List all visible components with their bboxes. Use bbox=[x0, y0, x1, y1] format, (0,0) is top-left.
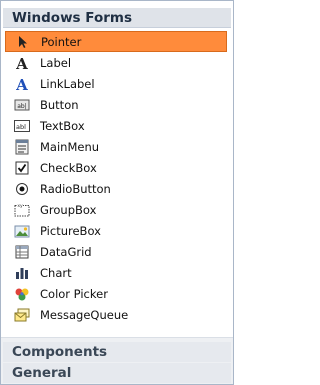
messagequeue-icon bbox=[14, 307, 30, 323]
colorpicker-icon bbox=[14, 286, 30, 302]
checkbox-icon bbox=[14, 160, 30, 176]
toolbox-item-label: Chart bbox=[40, 265, 72, 280]
toolbox-item-textbox[interactable]: abl TextBox bbox=[5, 115, 227, 136]
toolbox-item-label: TextBox bbox=[40, 118, 85, 133]
toolbox-item-label-control[interactable]: A Label bbox=[5, 52, 227, 73]
toolbox-item-label: RadioButton bbox=[40, 181, 111, 196]
toolbox-item-label: MessageQueue bbox=[40, 307, 129, 322]
toolbox-item-label: Color Picker bbox=[40, 286, 108, 301]
textbox-icon: abl bbox=[14, 118, 30, 134]
toolbox-item-picturebox[interactable]: PictureBox bbox=[5, 220, 227, 241]
toolbox-collapsed-groups: Components General bbox=[1, 337, 233, 384]
linklabel-icon: A bbox=[14, 76, 30, 92]
toolbox-item-label: Button bbox=[40, 97, 79, 112]
svg-text:xy: xy bbox=[17, 204, 23, 209]
toolbox-item-label: Pointer bbox=[41, 34, 82, 49]
toolbox-item-label: MainMenu bbox=[40, 139, 100, 154]
toolbox-item-mainmenu[interactable]: MainMenu bbox=[5, 136, 227, 157]
toolbox-item-datagrid[interactable]: DataGrid bbox=[5, 241, 227, 262]
group-header-windows-forms[interactable]: Windows Forms bbox=[3, 8, 231, 28]
group-header-general[interactable]: General bbox=[3, 363, 231, 383]
toolbox-item-checkbox[interactable]: CheckBox bbox=[5, 157, 227, 178]
mainmenu-icon bbox=[14, 139, 30, 155]
datagrid-icon bbox=[14, 244, 30, 260]
toolbox-item-groupbox[interactable]: xy GroupBox bbox=[5, 199, 227, 220]
toolbox-item-label: LinkLabel bbox=[40, 76, 95, 91]
toolbox-item-radiobutton[interactable]: RadioButton bbox=[5, 178, 227, 199]
svg-text:abl: abl bbox=[16, 123, 26, 131]
svg-text:A: A bbox=[15, 55, 28, 71]
toolbox-item-colorpicker[interactable]: Color Picker bbox=[5, 283, 227, 304]
group-header-components[interactable]: Components bbox=[3, 342, 231, 362]
label-icon: A bbox=[14, 55, 30, 71]
toolbox-item-linklabel[interactable]: A LinkLabel bbox=[5, 73, 227, 94]
radiobutton-icon bbox=[14, 181, 30, 197]
toolbox-item-chart[interactable]: Chart bbox=[5, 262, 227, 283]
pointer-icon bbox=[15, 34, 31, 50]
svg-text:ab|: ab| bbox=[17, 103, 27, 110]
toolbox-item-messagequeue[interactable]: MessageQueue bbox=[5, 304, 227, 325]
toolbox-item-label: Label bbox=[40, 55, 72, 70]
toolbox-item-button[interactable]: ab| Button bbox=[5, 94, 227, 115]
chart-icon bbox=[14, 265, 30, 281]
toolbox-item-list: Pointer A Label A LinkLabel ab| Button a… bbox=[5, 31, 227, 325]
toolbox-item-label: GroupBox bbox=[40, 202, 97, 217]
button-icon: ab| bbox=[14, 97, 30, 113]
toolbox-panel: Windows Forms Pointer A Label A LinkLabe… bbox=[0, 0, 234, 385]
toolbox-item-label: PictureBox bbox=[40, 223, 101, 238]
toolbox-item-label: DataGrid bbox=[40, 244, 92, 259]
toolbox-item-pointer[interactable]: Pointer bbox=[5, 31, 227, 52]
toolbox-item-label: CheckBox bbox=[40, 160, 97, 175]
groupbox-icon: xy bbox=[14, 202, 30, 218]
svg-text:A: A bbox=[15, 76, 28, 92]
picturebox-icon bbox=[14, 223, 30, 239]
